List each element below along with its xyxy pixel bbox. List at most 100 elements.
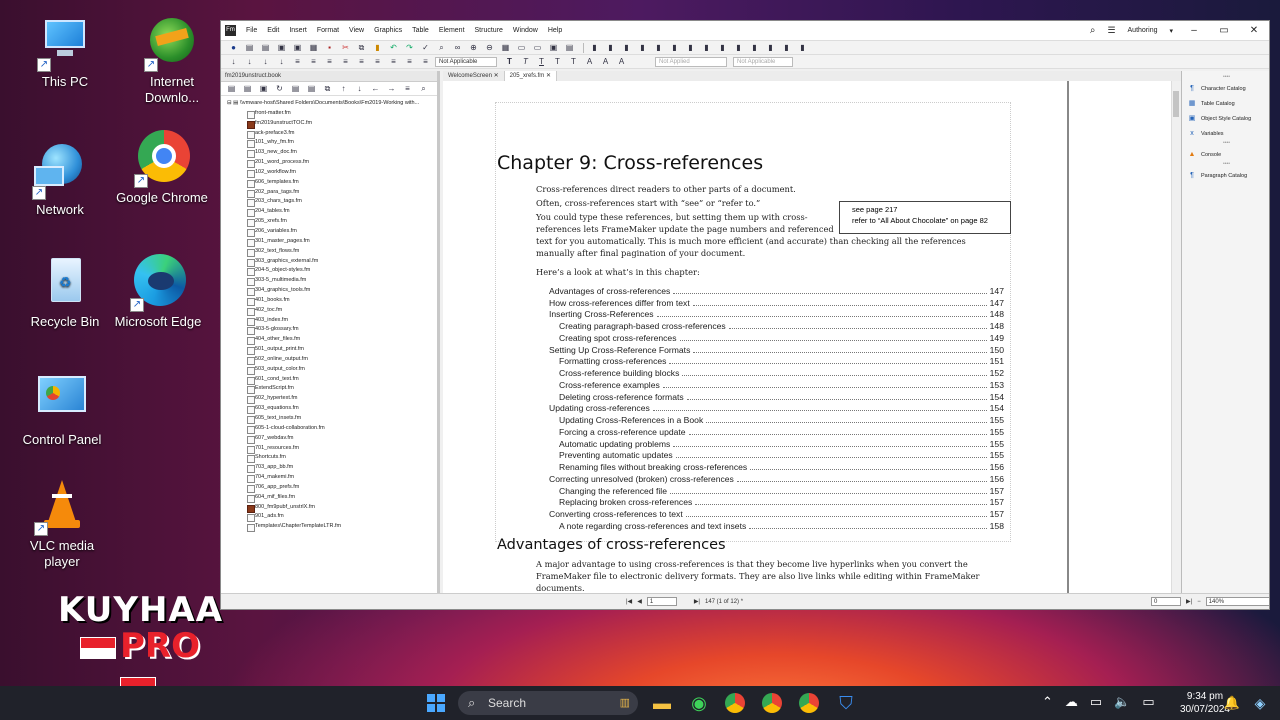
panel-object-style-catalog[interactable]: ▣ Object Style Catalog [1182, 111, 1269, 126]
book-file-item[interactable]: 800_fm9pubf_unstrlX.fm [227, 503, 437, 513]
book-file-item[interactable]: 204-5_object-styles.fm [227, 266, 437, 277]
toc-entry[interactable]: Formatting cross-references 151 [549, 355, 1004, 366]
first-page-icon[interactable]: |◀ [626, 598, 632, 605]
toc-entry[interactable]: Correcting unresolved (broken) cross-ref… [549, 472, 1004, 484]
paragraph-advantages-line-2[interactable]: FrameMaker file to electronic delivery f… [536, 571, 979, 582]
align-tool-icon[interactable]: ▮ [780, 43, 793, 53]
toc-entry[interactable]: Preventing automatic updates 155 [549, 449, 1004, 460]
superscript-icon[interactable]: T [551, 57, 564, 67]
book-file-item[interactable]: 901_ads.fm [227, 512, 437, 523]
whatsapp-icon[interactable]: ◉ [687, 691, 711, 715]
chrome-icon[interactable] [723, 691, 747, 715]
menu-structure[interactable]: Structure [470, 27, 508, 34]
book-file-item[interactable]: 606_templates.fm [227, 178, 437, 188]
cloud-icon[interactable]: ☁ [1065, 694, 1078, 710]
fit-page-icon[interactable]: ▶| [1186, 598, 1192, 605]
book-file-item[interactable]: 603_equations.fm [227, 404, 437, 414]
toc-entry[interactable]: Renaming files without breaking cross-re… [549, 460, 1004, 472]
book-file-item[interactable]: 201_word_process.fm [227, 158, 437, 168]
book-file-item[interactable]: 404_other_files.fm [227, 335, 437, 346]
desktop-icon-internet-download-manager[interactable]: ↗ Internet Downlo... [122, 14, 222, 106]
book-file-item[interactable]: 401_books.fm [227, 296, 437, 306]
callout-box[interactable]: see page 217 refer to “All About Chocola… [839, 201, 1011, 234]
search-icon[interactable]: ⌕ [1090, 25, 1096, 36]
help-icon[interactable]: ● [227, 43, 240, 53]
book-file-item[interactable]: 205_xrefs.fm [227, 217, 437, 227]
menu-file[interactable]: File [241, 27, 262, 34]
arrow-right-icon[interactable]: → [385, 84, 398, 94]
desktop-icon-this-pc[interactable]: ↗ This PC [15, 14, 115, 90]
list-icon[interactable]: ≡ [419, 57, 432, 67]
book-file-item[interactable]: front-matter.fm [227, 109, 437, 119]
open-file-icon[interactable]: ▤ [259, 43, 272, 53]
zoom-out-icon[interactable]: ⊖ [483, 43, 496, 53]
align-tool-icon[interactable]: ▮ [796, 43, 809, 53]
search-icon[interactable]: ⌕ [417, 84, 430, 94]
file-explorer-icon[interactable]: ▬ [650, 691, 674, 715]
tab-stop-icon[interactable]: ↓ [275, 57, 288, 67]
close-icon[interactable]: ✕ [494, 73, 499, 79]
align-tool-icon[interactable]: ▮ [588, 43, 601, 53]
bold-icon[interactable]: T [503, 57, 516, 67]
align-tool-icon[interactable]: ▮ [636, 43, 649, 53]
section-heading[interactable]: Advantages of cross-references [497, 537, 726, 553]
display-icon[interactable]: ▭ [1090, 694, 1102, 710]
close-button[interactable]: ✕ [1245, 25, 1263, 36]
book-file-item[interactable]: 605_text_insets.fm [227, 414, 437, 424]
chapter-title[interactable]: Chapter 9: Cross-references [497, 152, 763, 174]
notification-bell-icon[interactable]: 🔔 [1220, 691, 1244, 715]
menu-view[interactable]: View [344, 27, 369, 34]
arrow-left-icon[interactable]: ← [369, 84, 382, 94]
desktop-icon-control-panel[interactable]: Control Panel [12, 372, 112, 448]
book-file-item[interactable]: 102_workflow.fm [227, 168, 437, 178]
menu-table[interactable]: Table [407, 27, 434, 34]
subscript-icon[interactable]: T [567, 57, 580, 67]
menu-edit[interactable]: Edit [262, 27, 284, 34]
book-file-item[interactable]: 607_webdav.fm [227, 434, 437, 444]
save-icon[interactable]: ▣ [275, 43, 288, 53]
book-file-item[interactable]: Templates\ChapterTemplateLTR.fm [227, 522, 437, 533]
font-color-icon[interactable]: A [583, 57, 596, 67]
tab-stop-icon[interactable]: ↓ [259, 57, 272, 67]
paste-icon[interactable]: ▮ [371, 43, 384, 53]
book-file-item[interactable]: 703_app_bb.fm [227, 463, 437, 474]
toc-entry[interactable]: Creating paragraph-based cross-reference… [549, 319, 1004, 331]
book-file-item[interactable]: Shortcuts.fm [227, 453, 437, 464]
menu-element[interactable]: Element [434, 27, 470, 34]
align-tool-icon[interactable]: ▮ [748, 43, 761, 53]
next-page-icon[interactable]: ▶| [694, 598, 700, 605]
book-file-item[interactable]: 601_cond_text.fm [227, 375, 437, 385]
graphic-icon[interactable]: ▣ [547, 43, 560, 53]
spelling-icon[interactable]: ✓ [419, 43, 432, 53]
workspace-icon[interactable]: ☰ [1107, 25, 1115, 36]
save-all-icon[interactable]: ▣ [291, 43, 304, 53]
book-index-icon[interactable]: ▤ [305, 84, 318, 94]
vertical-scrollbar[interactable] [1171, 81, 1180, 599]
book-file-item[interactable]: 302_text_flows.fm [227, 247, 437, 257]
book-file-item[interactable]: 101_why_fm.fm [227, 138, 437, 149]
paragraph-advantages-line-1[interactable]: A major advantage to using cross-referen… [536, 559, 968, 570]
align-tool-icon[interactable]: ▮ [652, 43, 665, 53]
desktop-icon-vlc[interactable]: ↗ VLC media player [12, 478, 112, 570]
chrome-profile-icon[interactable] [797, 691, 821, 715]
line-spacing-icon[interactable]: ≡ [355, 57, 368, 67]
justify-icon[interactable]: ≡ [339, 57, 352, 67]
align-tool-icon[interactable]: ▮ [668, 43, 681, 53]
book-file-item[interactable]: 502_online_output.fm [227, 355, 437, 365]
align-tool-icon[interactable]: ▮ [764, 43, 777, 53]
book-file-item[interactable]: 604_mif_files.fm [227, 493, 437, 503]
lock-icon[interactable]: ▪ [323, 43, 336, 53]
book-file-item[interactable]: 203_chars_tags.fm [227, 197, 437, 208]
line-spacing-icon[interactable]: ≡ [387, 57, 400, 67]
book-file-item[interactable]: 501_output_print.fm [227, 345, 437, 355]
book-list-icon[interactable]: ≡ [401, 84, 414, 94]
paragraph-body-line-2[interactable]: references lets FrameMaker update the pa… [536, 224, 834, 235]
book-file-item[interactable]: 103_new_doc.fm [227, 148, 437, 159]
prev-page-icon[interactable]: ◀ [637, 598, 642, 605]
find-icon[interactable]: ⌕ [435, 43, 448, 53]
paragraph-intro[interactable]: Cross-references direct readers to other… [536, 184, 796, 195]
italic-icon[interactable]: T [519, 57, 532, 67]
toc-entry[interactable]: Cross-reference building blocks 152 [549, 366, 1004, 378]
book-file-item[interactable]: 206_variables.fm [227, 227, 437, 237]
panel-variables[interactable]: x Variables [1182, 126, 1269, 141]
